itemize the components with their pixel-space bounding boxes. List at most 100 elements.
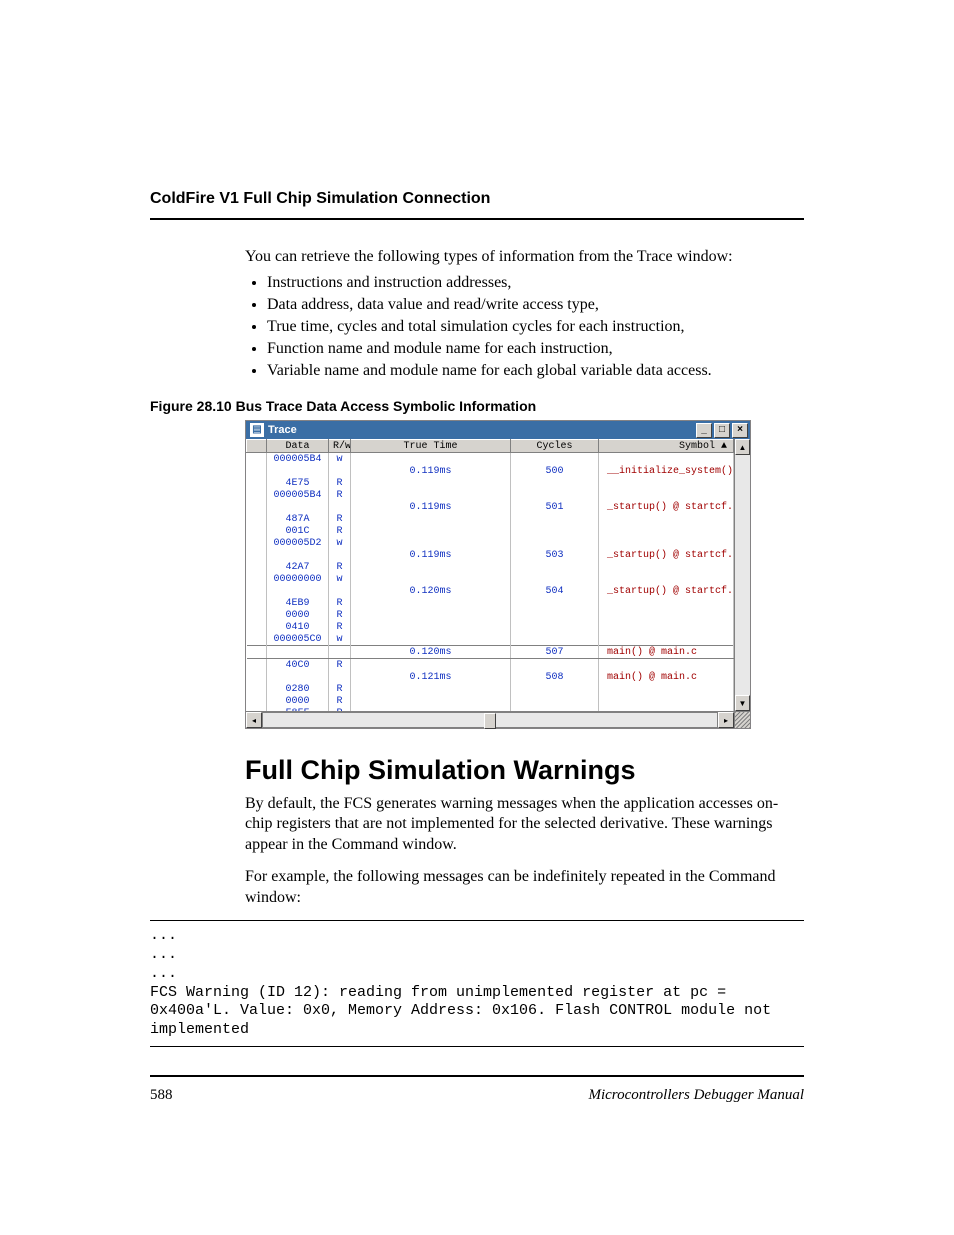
trace-cell xyxy=(247,477,267,489)
trace-cell: __initialize_system() @ star xyxy=(599,465,734,477)
trace-row[interactable]: 0.120ms507main() @ main.c xyxy=(247,646,734,659)
trace-cell xyxy=(511,573,599,585)
trace-row[interactable]: 0.119ms503_startup() @ startcf.c xyxy=(247,549,734,561)
scroll-right-icon[interactable]: ▸ xyxy=(718,712,734,728)
trace-cell: R xyxy=(329,695,351,707)
bullet-item: Function name and module name for each i… xyxy=(267,340,804,358)
trace-cell xyxy=(247,683,267,695)
horizontal-scrollbar[interactable]: ◂ ▸ xyxy=(246,711,750,728)
trace-cell xyxy=(247,501,267,513)
trace-cell xyxy=(351,525,511,537)
col-symbol[interactable]: Symbol ▲ xyxy=(599,440,734,453)
h-scroll-track[interactable] xyxy=(262,712,718,728)
trace-cell: R xyxy=(329,525,351,537)
trace-header-row[interactable]: Data R/w True Time Cycles Symbol ▲ xyxy=(247,440,734,453)
trace-row[interactable]: 001CR xyxy=(247,525,734,537)
trace-cell xyxy=(599,683,734,695)
trace-row[interactable]: 0280R xyxy=(247,683,734,695)
trace-row[interactable]: 42A7R xyxy=(247,561,734,573)
trace-row[interactable]: 4E75R xyxy=(247,477,734,489)
trace-cell: 000005C0 xyxy=(267,633,329,646)
scroll-track[interactable] xyxy=(735,455,750,695)
trace-row[interactable]: 0.119ms501_startup() @ startcf.c xyxy=(247,501,734,513)
trace-row[interactable]: 000005B4R xyxy=(247,489,734,501)
trace-row[interactable]: 000005D2w xyxy=(247,537,734,549)
trace-cell: R xyxy=(329,597,351,609)
trace-row[interactable]: 0.119ms500__initialize_system() @ star xyxy=(247,465,734,477)
trace-cell xyxy=(511,597,599,609)
trace-cell xyxy=(511,621,599,633)
trace-cell xyxy=(511,659,599,672)
trace-cell xyxy=(247,549,267,561)
trace-row[interactable]: 0410R xyxy=(247,621,734,633)
resize-grip-icon[interactable] xyxy=(734,712,750,728)
col-cycles[interactable]: Cycles xyxy=(511,440,599,453)
trace-row[interactable]: 000005B4w xyxy=(247,453,734,466)
trace-cell xyxy=(511,489,599,501)
trace-cell: 507 xyxy=(511,646,599,659)
trace-cell xyxy=(351,573,511,585)
trace-row[interactable]: 0.120ms504_startup() @ startcf.c xyxy=(247,585,734,597)
trace-cell: main() @ main.c xyxy=(599,646,734,659)
running-header: ColdFire V1 Full Chip Simulation Connect… xyxy=(150,190,804,208)
trace-cell xyxy=(267,549,329,561)
trace-cell: R xyxy=(329,659,351,672)
close-button[interactable]: × xyxy=(732,423,748,438)
trace-cell: 0.119ms xyxy=(351,549,511,561)
trace-cell xyxy=(599,573,734,585)
trace-cell xyxy=(511,609,599,621)
trace-cell xyxy=(511,525,599,537)
trace-cell xyxy=(351,453,511,466)
trace-cell xyxy=(267,671,329,683)
trace-cell xyxy=(351,597,511,609)
trace-cell xyxy=(351,477,511,489)
trace-cell xyxy=(351,695,511,707)
scroll-down-icon[interactable]: ▼ xyxy=(735,695,750,711)
trace-row[interactable]: 487AR xyxy=(247,513,734,525)
trace-cell xyxy=(267,501,329,513)
trace-cell: _startup() @ startcf.c xyxy=(599,549,734,561)
trace-cell: _startup() @ startcf.c xyxy=(599,501,734,513)
trace-cell: 503 xyxy=(511,549,599,561)
scroll-up-icon[interactable]: ▲ xyxy=(735,439,750,455)
trace-cell: w xyxy=(329,453,351,466)
trace-cell xyxy=(267,465,329,477)
trace-cell xyxy=(351,633,511,646)
h-scroll-thumb[interactable] xyxy=(484,713,496,729)
trace-cell xyxy=(351,513,511,525)
trace-row[interactable]: 0.121ms508main() @ main.c xyxy=(247,671,734,683)
scroll-left-icon[interactable]: ◂ xyxy=(246,712,262,728)
trace-cell xyxy=(329,549,351,561)
trace-cell: R xyxy=(329,561,351,573)
trace-row[interactable]: 0000R xyxy=(247,609,734,621)
titlebar[interactable]: ▤ Trace _ □ × xyxy=(246,421,750,439)
trace-row[interactable]: 0000R xyxy=(247,695,734,707)
paragraph: By default, the FCS generates warning me… xyxy=(245,794,804,855)
trace-cell: 0410 xyxy=(267,621,329,633)
footer-rule xyxy=(150,1075,804,1077)
trace-row[interactable]: 40C0R xyxy=(247,659,734,672)
trace-cell xyxy=(247,573,267,585)
trace-cell xyxy=(247,537,267,549)
trace-cell: 42A7 xyxy=(267,561,329,573)
trace-cell xyxy=(599,537,734,549)
col-time[interactable]: True Time xyxy=(351,440,511,453)
minimize-button[interactable]: _ xyxy=(696,423,712,438)
trace-row[interactable]: 00000000w xyxy=(247,573,734,585)
col-data[interactable]: Data xyxy=(267,440,329,453)
maximize-button[interactable]: □ xyxy=(714,423,730,438)
vertical-scrollbar[interactable]: ▲ ▼ xyxy=(734,439,750,711)
trace-row[interactable]: 000005C0w xyxy=(247,633,734,646)
trace-cell xyxy=(599,707,734,711)
trace-cell xyxy=(599,609,734,621)
col-rw[interactable]: R/w xyxy=(329,440,351,453)
col-blank[interactable] xyxy=(247,440,267,453)
trace-row[interactable]: 4EB9R xyxy=(247,597,734,609)
trace-cell xyxy=(247,671,267,683)
trace-cell xyxy=(599,513,734,525)
trace-table: Data R/w True Time Cycles Symbol ▲ 00000… xyxy=(246,439,734,711)
manual-title: Microcontrollers Debugger Manual xyxy=(588,1087,804,1104)
trace-row[interactable]: F8FFR xyxy=(247,707,734,711)
trace-cell xyxy=(511,453,599,466)
trace-cell: 00000000 xyxy=(267,573,329,585)
